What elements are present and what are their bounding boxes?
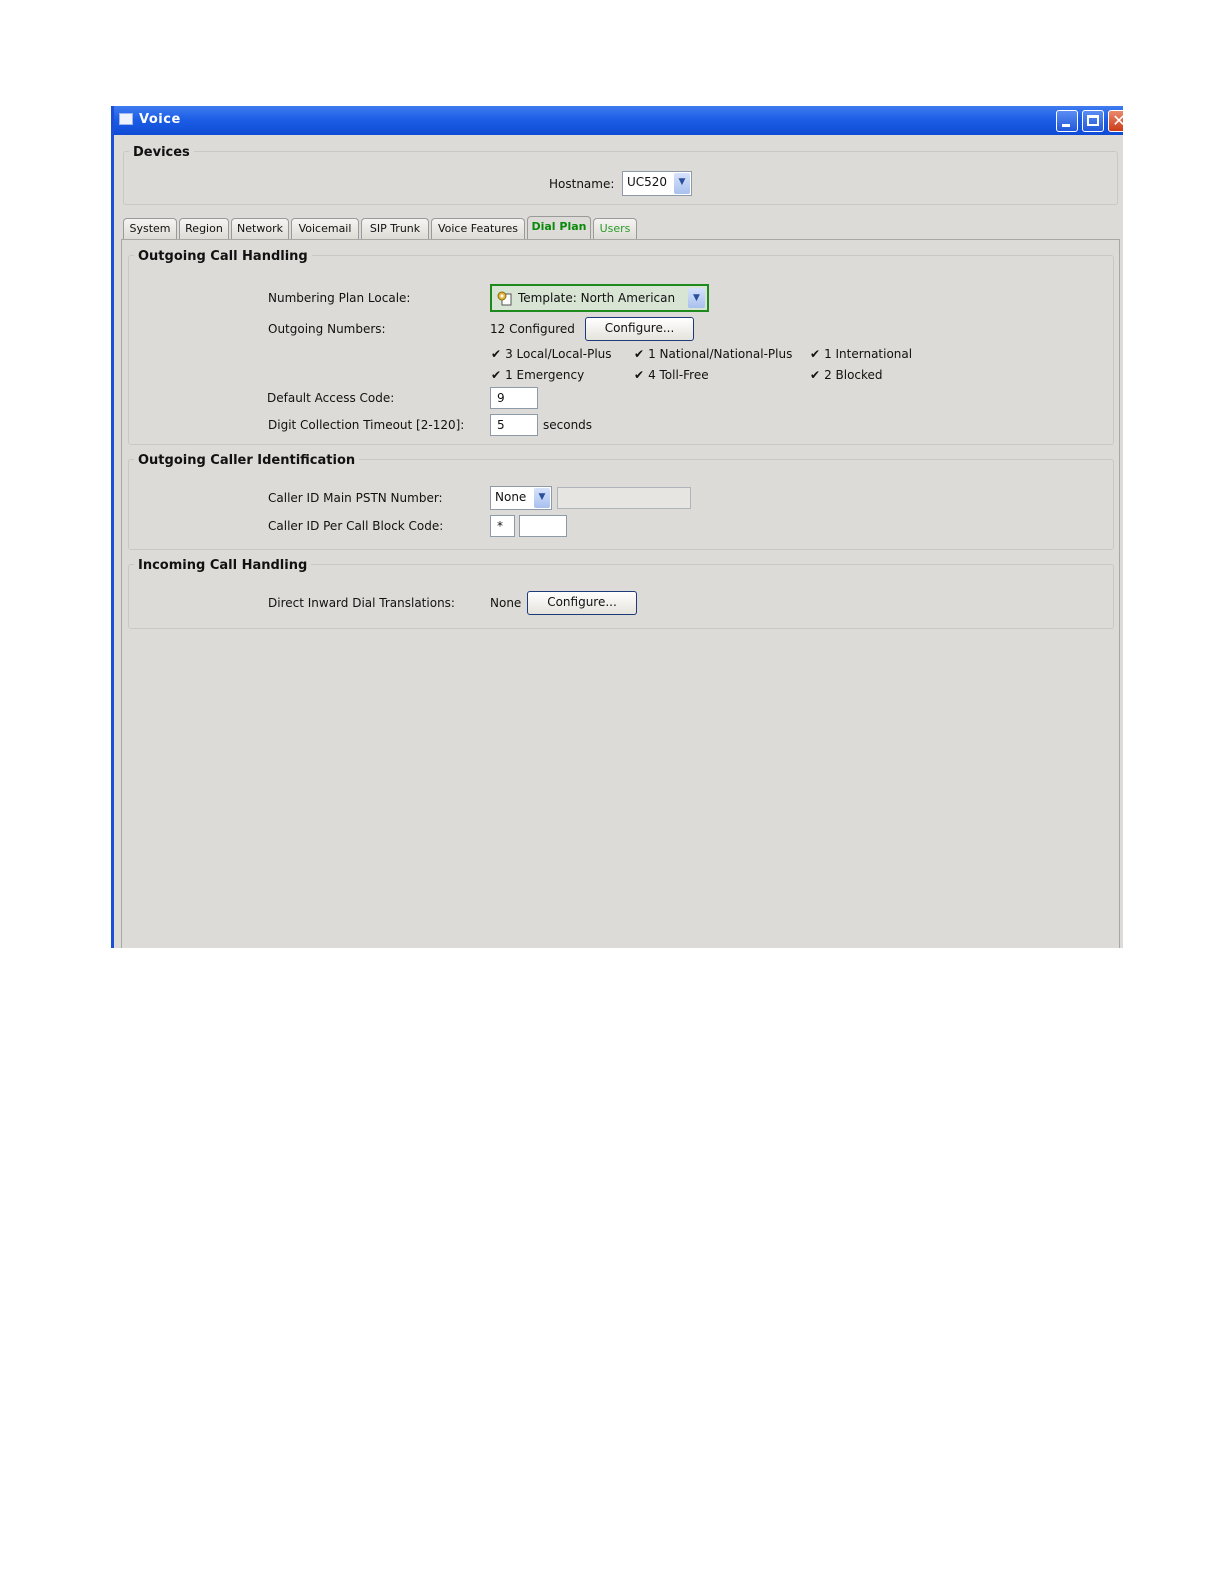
caller-id-main-pstn-label: Caller ID Main PSTN Number: bbox=[268, 491, 443, 505]
caller-id-main-pstn-select[interactable]: None ▼ bbox=[490, 486, 552, 510]
did-translations-label: Direct Inward Dial Translations: bbox=[268, 596, 455, 610]
configure-outgoing-numbers-button[interactable]: Configure... bbox=[585, 317, 694, 341]
tab-sip-trunk[interactable]: SIP Trunk bbox=[361, 218, 429, 239]
check-item-local: ✔ 3 Local/Local-Plus bbox=[491, 347, 612, 361]
devices-legend: Devices bbox=[129, 145, 194, 160]
window-title: Voice bbox=[139, 112, 181, 127]
default-access-code-input[interactable]: 9 bbox=[490, 387, 538, 409]
hostname-label: Hostname: bbox=[549, 177, 615, 191]
minimize-icon bbox=[1062, 124, 1070, 127]
outgoing-caller-id-legend: Outgoing Caller Identification bbox=[134, 453, 360, 468]
numbering-plan-locale-label: Numbering Plan Locale: bbox=[268, 291, 411, 305]
check-icon: ✔ bbox=[634, 347, 645, 361]
configure-did-button[interactable]: Configure... bbox=[527, 591, 637, 615]
check-item-international: ✔ 1 International bbox=[810, 347, 913, 361]
tab-region[interactable]: Region bbox=[179, 218, 229, 239]
tab-network[interactable]: Network bbox=[231, 218, 289, 239]
devices-group bbox=[123, 151, 1118, 205]
tab-dial-plan[interactable]: Dial Plan bbox=[527, 216, 591, 240]
check-icon: ✔ bbox=[491, 368, 502, 382]
outgoing-numbers-label: Outgoing Numbers: bbox=[268, 322, 386, 336]
check-item-blocked: ✔ 2 Blocked bbox=[810, 368, 883, 382]
numbering-plan-locale-select[interactable]: Template: North American ▼ bbox=[490, 284, 709, 312]
maximize-button[interactable] bbox=[1082, 110, 1104, 132]
check-icon: ✔ bbox=[491, 347, 502, 361]
title-bar[interactable]: Voice ✕ bbox=[114, 106, 1123, 135]
caller-id-main-pstn-input[interactable] bbox=[557, 487, 691, 509]
caller-id-main-pstn-select-value: None bbox=[495, 490, 527, 504]
did-translations-value: None bbox=[490, 596, 522, 610]
close-button[interactable]: ✕ bbox=[1108, 110, 1123, 132]
digit-timeout-input[interactable]: 5 bbox=[490, 414, 538, 436]
tab-voicemail[interactable]: Voicemail bbox=[291, 218, 359, 239]
check-item-national: ✔ 1 National/National-Plus bbox=[634, 347, 793, 361]
maximize-icon bbox=[1087, 115, 1099, 126]
numbering-plan-locale-value: Template: North American bbox=[518, 291, 676, 305]
block-code-input[interactable] bbox=[519, 515, 567, 537]
chevron-down-icon: ▼ bbox=[534, 488, 550, 508]
check-icon: ✔ bbox=[634, 368, 645, 382]
check-item-emergency: ✔ 1 Emergency bbox=[491, 368, 585, 382]
digit-timeout-label: Digit Collection Timeout [2-120]: bbox=[268, 418, 465, 432]
window-icon bbox=[119, 113, 133, 125]
hostname-select[interactable]: UC520 ▼ bbox=[622, 171, 692, 196]
chevron-down-icon: ▼ bbox=[688, 288, 705, 308]
tab-system[interactable]: System bbox=[123, 218, 177, 239]
check-icon: ✔ bbox=[810, 347, 821, 361]
tab-users[interactable]: Users bbox=[593, 218, 637, 239]
close-icon: ✕ bbox=[1109, 111, 1123, 131]
incoming-call-handling-legend: Incoming Call Handling bbox=[134, 558, 312, 573]
check-item-toll-free: ✔ 4 Toll-Free bbox=[634, 368, 709, 382]
default-access-code-label: Default Access Code: bbox=[267, 391, 395, 405]
outgoing-numbers-count: 12 Configured bbox=[490, 322, 575, 336]
timeout-unit-label: seconds bbox=[543, 418, 593, 432]
minimize-button[interactable] bbox=[1056, 110, 1078, 132]
check-icon: ✔ bbox=[810, 368, 821, 382]
caller-id-block-code-label: Caller ID Per Call Block Code: bbox=[268, 519, 444, 533]
outgoing-call-handling-legend: Outgoing Call Handling bbox=[134, 249, 312, 264]
chevron-down-icon: ▼ bbox=[674, 173, 690, 194]
template-gear-icon bbox=[497, 291, 512, 306]
hostname-value: UC520 bbox=[627, 175, 668, 189]
tab-voice-features[interactable]: Voice Features bbox=[431, 218, 525, 239]
block-code-prefix-input[interactable]: * bbox=[490, 515, 515, 537]
voice-window: Voice ✕ Devices Hostname: UC520 ▼ System… bbox=[111, 106, 1123, 948]
